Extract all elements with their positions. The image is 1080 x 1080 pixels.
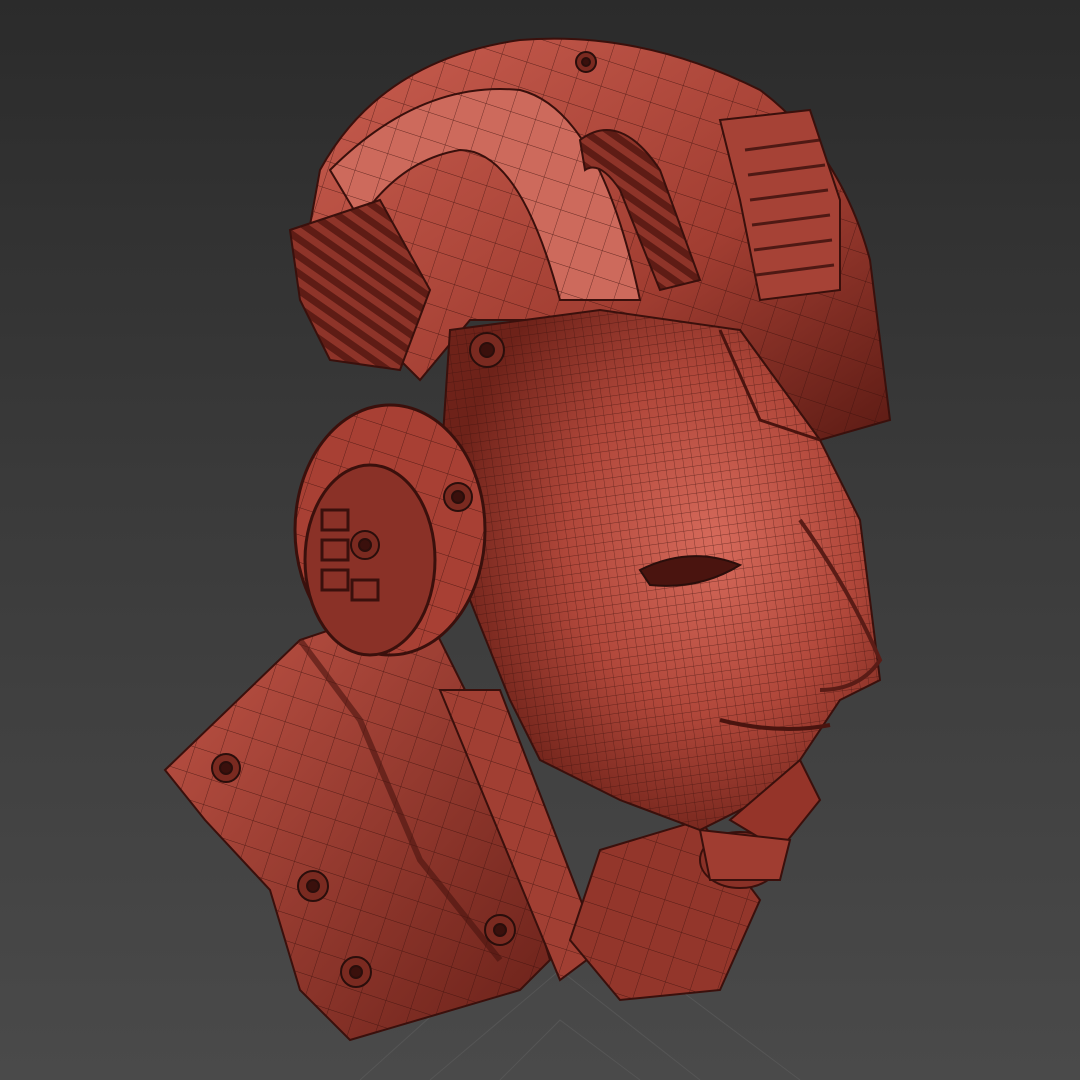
bolt-icon bbox=[443, 482, 473, 512]
ear-disc bbox=[293, 403, 487, 657]
bolt-icon bbox=[297, 870, 329, 902]
3d-viewport[interactable] bbox=[0, 0, 1080, 1080]
bolt-icon bbox=[211, 753, 241, 783]
model-render[interactable] bbox=[0, 0, 1080, 1080]
bolt-icon bbox=[340, 956, 372, 988]
bolt-icon bbox=[469, 332, 505, 368]
bolt-icon bbox=[350, 530, 380, 560]
bolt-icon bbox=[484, 914, 516, 946]
bolt-icon bbox=[575, 51, 597, 73]
